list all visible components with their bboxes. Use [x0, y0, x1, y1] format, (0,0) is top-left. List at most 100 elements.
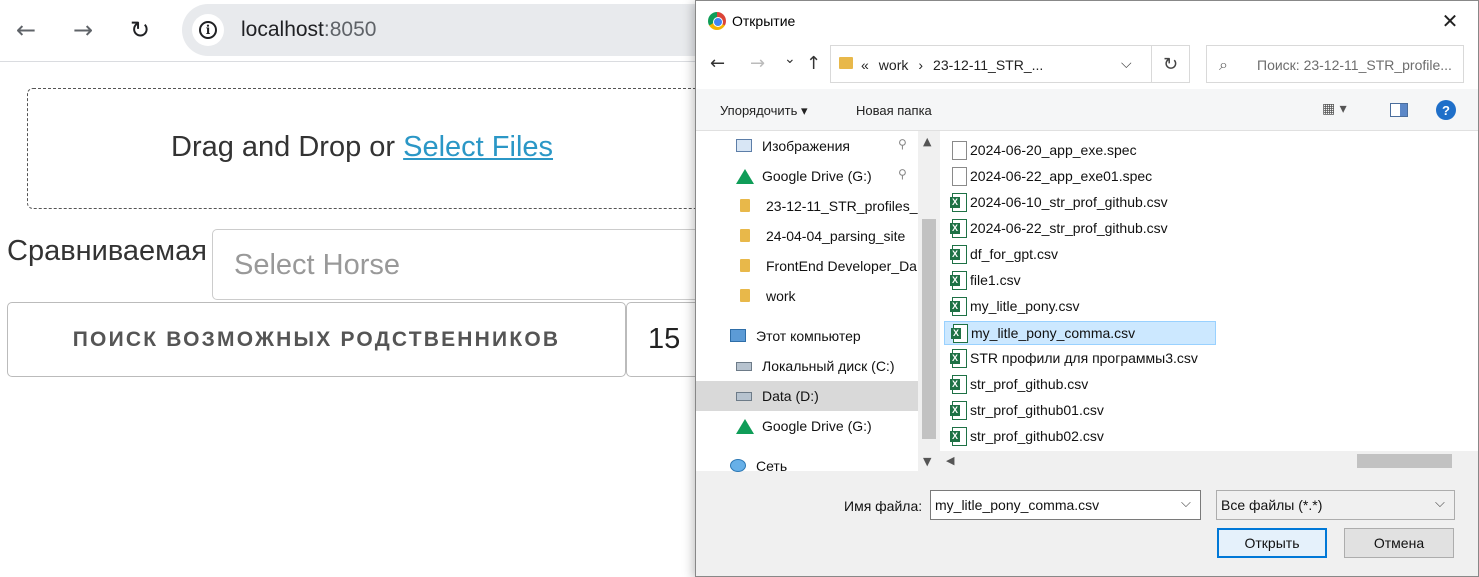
file-item[interactable]: 2024-06-22_app_exe01.spec [944, 165, 1216, 189]
file-item[interactable]: my_litle_pony.csv [944, 295, 1216, 319]
up-button[interactable]: ↑ [806, 53, 821, 74]
refresh-button[interactable]: ↻ [1152, 45, 1190, 83]
forward-button[interactable]: → [67, 14, 99, 46]
open-file-dialog: Открытие ✕ ← → ⌄ ↑ « work › 23-12-11_STR_..… [695, 0, 1479, 577]
document-icon [952, 141, 967, 160]
file-item[interactable]: str_prof_github02.csv [944, 425, 1216, 449]
scrollbar-corner [1456, 451, 1478, 471]
organize-button[interactable]: Упорядочить ▾ [720, 103, 808, 119]
folder-icon [740, 289, 750, 302]
folder-icon [740, 199, 750, 212]
pin-icon: ⚲ [898, 137, 907, 151]
file-item[interactable]: file1.csv [944, 269, 1216, 293]
chevron-down-icon[interactable]: ⌵ [1181, 496, 1191, 511]
file-item[interactable]: 2024-06-20_app_exe.spec [944, 139, 1216, 163]
filetype-select[interactable]: Все файлы (*.*) ⌵ [1216, 490, 1455, 520]
nav-item[interactable]: Data (D:) [696, 381, 918, 411]
file-item[interactable]: my_litle_pony_comma.csv [944, 321, 1216, 345]
nav-item-label: work [766, 288, 796, 304]
close-button[interactable]: ✕ [1434, 5, 1466, 37]
breadcrumb-separator[interactable]: › [918, 57, 923, 73]
nav-item[interactable]: work [696, 281, 918, 311]
horse-select-placeholder: Select Horse [234, 249, 401, 281]
dialog-back-button[interactable]: ← [710, 53, 725, 74]
file-name: str_prof_github.csv [970, 376, 1089, 392]
breadcrumb-work[interactable]: work [879, 57, 909, 73]
google-drive-icon [736, 419, 754, 434]
nav-scrollbar-thumb[interactable] [922, 219, 936, 439]
cancel-button[interactable]: Отмена [1344, 528, 1454, 558]
dialog-address-bar[interactable]: « work › 23-12-11_STR_... ⌵ [830, 45, 1152, 83]
address-bar[interactable]: i localhost:8050 [182, 4, 742, 56]
reload-button[interactable]: ↻ [124, 14, 156, 46]
open-button[interactable]: Открыть [1217, 528, 1327, 558]
chrome-icon [708, 12, 726, 30]
breadcrumb-overflow[interactable]: « [861, 57, 869, 73]
dialog-titlebar: Открытие ✕ [696, 1, 1478, 41]
excel-csv-icon [950, 219, 967, 238]
nav-item[interactable]: Локальный диск (C:) [696, 351, 918, 381]
file-item[interactable]: df_for_gpt.csv [944, 243, 1216, 267]
document-icon [952, 167, 967, 186]
excel-csv-icon [950, 375, 967, 394]
file-item[interactable]: STR профили для программы3.csv [944, 347, 1216, 371]
dialog-forward-button[interactable]: → [750, 53, 765, 74]
nav-scrollbar[interactable]: ▲ ▼ [918, 131, 940, 471]
preview-pane-icon[interactable] [1390, 103, 1408, 117]
dialog-title: Открытие [732, 13, 796, 29]
nav-item[interactable]: Изображения ⚲ [696, 131, 918, 161]
filename-input[interactable]: my_litle_pony_comma.csv ⌵ [930, 490, 1201, 520]
compare-label: Сравниваемая [7, 235, 207, 267]
excel-csv-icon [950, 401, 967, 420]
excel-csv-icon [950, 271, 967, 290]
nav-item[interactable]: Сеть [696, 451, 918, 481]
file-list-scrollbar[interactable]: ◀ [940, 451, 1456, 471]
help-icon[interactable]: ? [1436, 100, 1456, 120]
site-info-icon[interactable]: i [192, 14, 224, 46]
file-name: my_litle_pony.csv [970, 298, 1080, 314]
file-item[interactable]: str_prof_github.csv [944, 373, 1216, 397]
nav-item[interactable]: 24-04-04_parsing_site [696, 221, 918, 251]
filetype-value: Все файлы (*.*) [1221, 497, 1323, 513]
file-name: str_prof_github02.csv [970, 428, 1104, 444]
file-name: 2024-06-10_str_prof_github.csv [970, 194, 1168, 210]
file-list: 2024-06-20_app_exe.spec 2024-06-22_app_ex… [940, 131, 1478, 471]
filename-value: my_litle_pony_comma.csv [935, 497, 1100, 513]
file-item[interactable]: str_prof_github01.csv [944, 399, 1216, 423]
folder-icon [740, 229, 750, 242]
pin-icon: ⚲ [898, 167, 907, 181]
view-options-button[interactable]: ▦ ▾ [1322, 101, 1347, 117]
recent-locations-button[interactable]: ⌄ [784, 51, 796, 67]
url-text[interactable]: localhost:8050 [241, 18, 376, 42]
excel-csv-icon [950, 427, 967, 446]
nav-item[interactable]: FrontEnd Developer_Da [696, 251, 918, 281]
breadcrumb: « work › 23-12-11_STR_... [861, 57, 1053, 73]
chevron-down-icon[interactable]: ⌵ [1435, 496, 1445, 511]
nav-item[interactable]: Google Drive (G:) ⚲ [696, 161, 918, 191]
file-dropzone[interactable]: Drag and Drop or Select Files [27, 88, 727, 209]
new-folder-button[interactable]: Новая папка [856, 103, 932, 118]
navigation-pane: Изображения ⚲ Google Drive (G:) ⚲ 23-12-11_S… [696, 131, 940, 474]
nav-item[interactable]: Этот компьютер [696, 321, 918, 351]
search-relatives-button[interactable]: ПОИСК ВОЗМОЖНЫХ РОДСТВЕННИКОВ [7, 302, 626, 377]
file-item[interactable]: 2024-06-22_str_prof_github.csv [944, 217, 1216, 241]
dialog-toolbar: Упорядочить ▾ Новая папка ▦ ▾ ? [696, 89, 1478, 131]
nav-item-label: Этот компьютер [756, 328, 861, 344]
excel-csv-icon [950, 297, 967, 316]
horse-select[interactable]: Select Horse [212, 229, 732, 300]
search-input[interactable]: ⌕ Поиск: 23-12-11_STR_profile... [1206, 45, 1464, 83]
excel-csv-icon [950, 193, 967, 212]
nav-item[interactable]: 23-12-11_STR_profiles_l [696, 191, 918, 221]
select-files-link[interactable]: Select Files [403, 131, 553, 163]
nav-item[interactable]: Google Drive (G:) [696, 411, 918, 441]
file-list-scrollbar-thumb[interactable] [1357, 454, 1452, 468]
chevron-down-icon[interactable]: ⌵ [1121, 55, 1132, 72]
back-button[interactable]: ← [10, 14, 42, 46]
file-name: STR профили для программы3.csv [970, 350, 1198, 366]
breadcrumb-current[interactable]: 23-12-11_STR_... [933, 57, 1043, 73]
dialog-navbar: ← → ⌄ ↑ « work › 23-12-11_STR_... ⌵ ↻ ⌕ Пои… [696, 41, 1478, 89]
nav-item-label: 23-12-11_STR_profiles_l [766, 198, 918, 214]
search-icon: ⌕ [1219, 55, 1228, 74]
file-item[interactable]: 2024-06-10_str_prof_github.csv [944, 191, 1216, 215]
count-value: 15 [648, 323, 681, 355]
